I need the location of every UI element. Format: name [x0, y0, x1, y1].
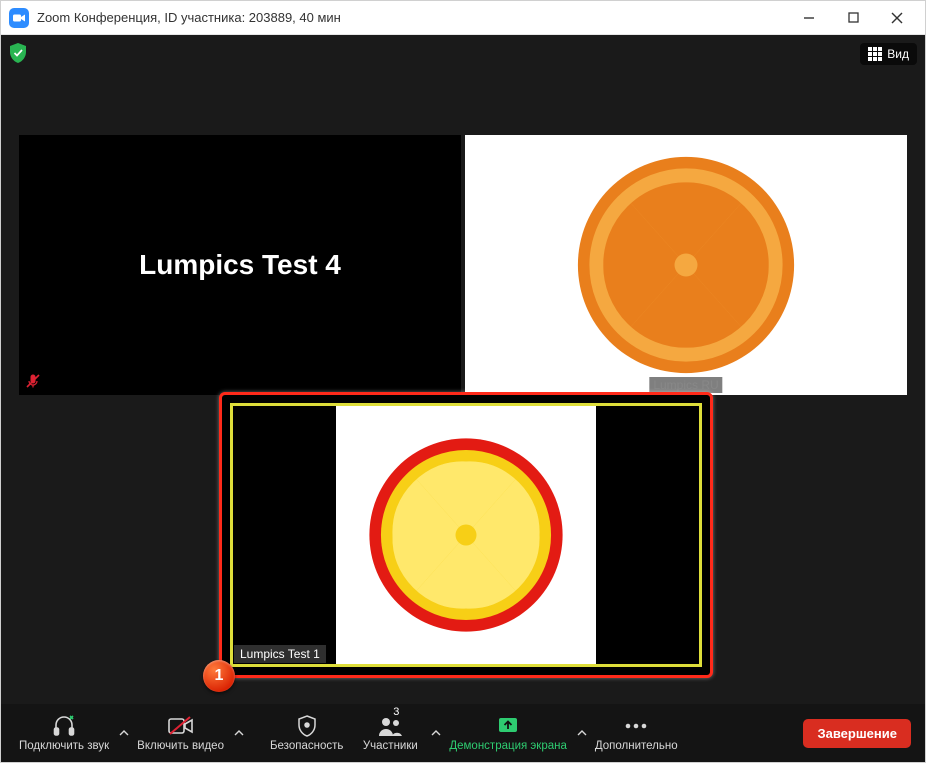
active-speaker-name: Lumpics Test 1: [234, 645, 326, 663]
mic-muted-icon: [25, 373, 41, 389]
participants-count: 3: [393, 706, 399, 718]
security-label: Безопасность: [270, 740, 343, 752]
view-button[interactable]: Вид: [860, 43, 917, 65]
window-controls: [787, 1, 919, 35]
chevron-up-icon[interactable]: [119, 730, 129, 736]
window-title: Zoom Конференция, ID участника: 203889, …: [37, 10, 787, 25]
video-off-icon: [168, 715, 194, 737]
lemon-avatar-icon: [361, 430, 571, 640]
maximize-button[interactable]: [831, 1, 875, 35]
share-screen-button[interactable]: Демонстрация экрана: [441, 704, 575, 762]
shield-icon: [297, 715, 317, 737]
more-button[interactable]: Дополнительно: [587, 704, 686, 762]
participants-button[interactable]: 3 Участники: [351, 704, 429, 762]
meeting-content: Вид Lumpics Test 4: [1, 35, 925, 762]
security-button[interactable]: Безопасность: [262, 704, 351, 762]
titlebar: Zoom Конференция, ID участника: 203889, …: [1, 1, 925, 35]
video-grid: Lumpics Test 4: [19, 135, 907, 395]
chevron-up-icon[interactable]: [577, 730, 587, 736]
share-screen-label: Демонстрация экрана: [449, 740, 567, 752]
headphones-icon: [52, 715, 76, 737]
more-label: Дополнительно: [595, 740, 678, 752]
close-button[interactable]: [875, 1, 919, 35]
zoom-icon: [9, 8, 29, 28]
active-speaker-tile[interactable]: Lumpics Test 1: [219, 392, 713, 678]
participant-name: Lumpics Test 4: [139, 249, 341, 281]
end-meeting-button[interactable]: Завершение: [803, 719, 911, 748]
view-label: Вид: [887, 47, 909, 61]
participants-icon: [377, 715, 403, 737]
join-audio-label: Подключить звук: [19, 740, 109, 752]
start-video-label: Включить видео: [137, 740, 224, 752]
chevron-up-icon[interactable]: [234, 730, 244, 736]
participants-label: Участники: [363, 740, 418, 752]
start-video-button[interactable]: Включить видео: [129, 704, 232, 762]
share-screen-icon: [497, 715, 519, 737]
participant-tile-left[interactable]: Lumpics Test 4: [19, 135, 461, 395]
participant-tile-right[interactable]: Lumpics RU: [465, 135, 907, 395]
orange-avatar-icon: [571, 150, 801, 380]
more-icon: [624, 715, 648, 737]
annotation-step-badge: 1: [203, 660, 235, 692]
app-window: Zoom Конференция, ID участника: 203889, …: [0, 0, 926, 763]
meeting-toolbar: Подключить звук Включить видео Безопасно…: [1, 704, 925, 762]
minimize-button[interactable]: [787, 1, 831, 35]
end-meeting-label: Завершение: [817, 726, 897, 741]
participant-tag: Lumpics RU: [649, 377, 722, 393]
grid-icon: [868, 47, 882, 61]
join-audio-button[interactable]: Подключить звук: [11, 704, 117, 762]
chevron-up-icon[interactable]: [431, 730, 441, 736]
encryption-badge[interactable]: [9, 43, 27, 63]
